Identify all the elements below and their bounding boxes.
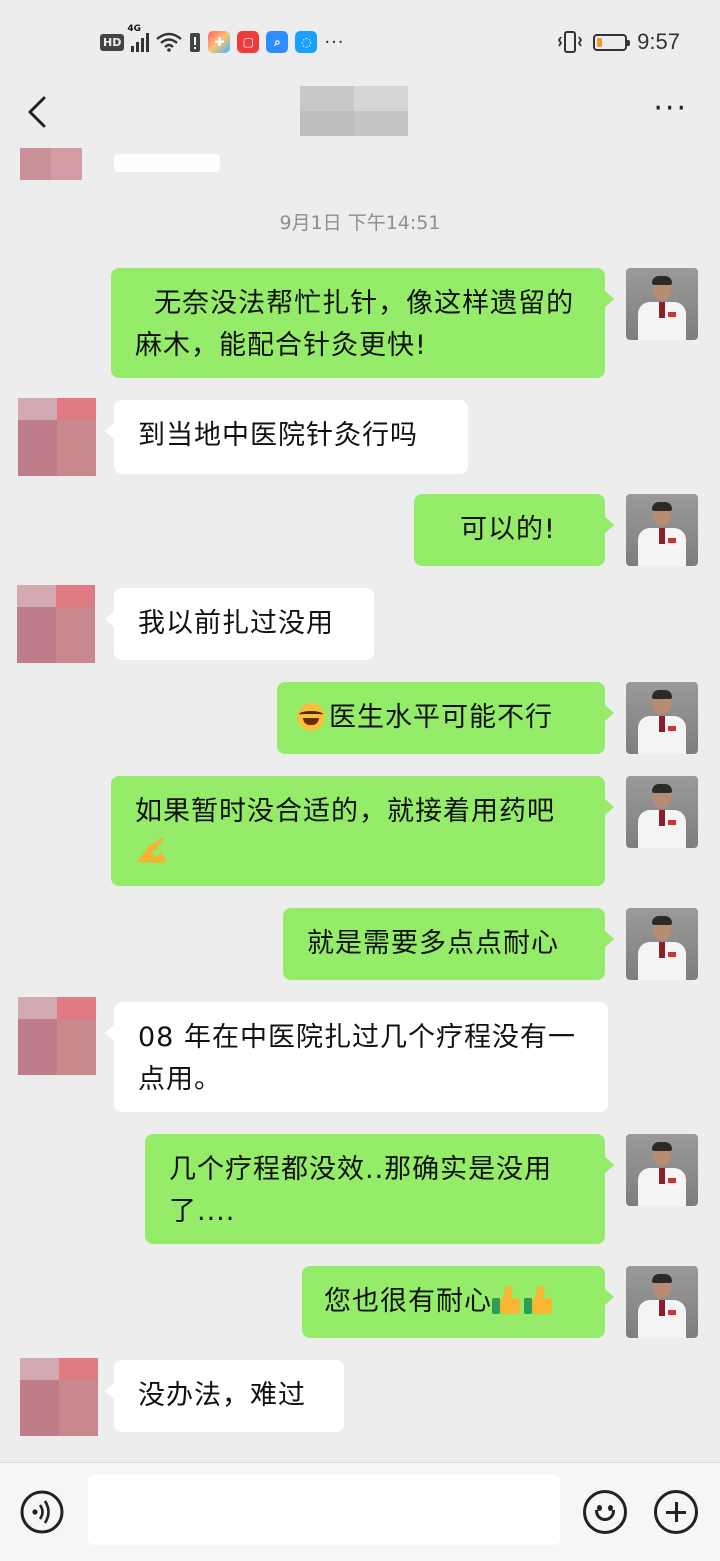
app-icon-bulb: ◌	[295, 31, 318, 53]
vibrate-icon	[558, 31, 583, 53]
chevron-left-icon[interactable]	[22, 92, 62, 132]
outgoing-message-bubble[interactable]: 可以的!	[414, 494, 614, 566]
ok-hand-emoji	[137, 837, 166, 863]
message-text: 医生水平可能不行	[329, 702, 553, 733]
doctor-avatar[interactable]	[626, 268, 698, 340]
network-type-label: 4G	[127, 24, 141, 34]
message-text: 几个疗程都没效..那确实是没用了....	[169, 1154, 553, 1227]
incoming-message-bubble[interactable]: 我以前扎过没用	[105, 588, 374, 660]
doctor-avatar[interactable]	[626, 1134, 698, 1206]
incoming-message-bubble[interactable]: 没办法，难过	[105, 1360, 344, 1432]
voice-icon[interactable]	[20, 1490, 64, 1534]
message-text: 无奈没法帮忙扎针，像这样遗留的麻木，能配合针灸更快!	[135, 288, 575, 361]
doctor-avatar[interactable]	[626, 776, 698, 848]
outgoing-message-bubble[interactable]: 如果暂时没合适的，就接着用药吧	[111, 776, 614, 886]
outgoing-message-bubble[interactable]: 就是需要多点点耐心	[283, 908, 614, 980]
message-text: 就是需要多点点耐心	[307, 928, 559, 959]
patient-avatar[interactable]	[17, 585, 95, 663]
more-dots-icon[interactable]: ···	[653, 94, 688, 124]
contact-avatar-partial[interactable]	[20, 148, 82, 180]
message-text: 08 年在中医院扎过几个疗程没有一点用。	[138, 1022, 576, 1095]
outgoing-message-bubble[interactable]: 医生水平可能不行	[277, 682, 614, 754]
patient-avatar[interactable]	[20, 1358, 98, 1436]
message-text: 您也很有耐心	[324, 1286, 492, 1317]
status-time: 9:57	[637, 29, 680, 54]
doctor-avatar[interactable]	[626, 1266, 698, 1338]
doctor-avatar[interactable]	[626, 682, 698, 754]
patient-avatar[interactable]	[18, 398, 96, 476]
chat-input-bar	[0, 1462, 720, 1561]
incoming-message-bubble[interactable]: 08 年在中医院扎过几个疗程没有一点用。	[105, 1002, 608, 1112]
hd-voice-icon: HD	[100, 33, 125, 51]
message-timestamp: 9月1日 下午14:51	[279, 212, 441, 234]
message-text: 如果暂时没合适的，就接着用药吧	[135, 796, 555, 827]
thumbs-up-emoji	[492, 1285, 524, 1316]
message-text: 我以前扎过没用	[138, 608, 334, 639]
battery-level	[597, 37, 603, 47]
plus-icon[interactable]	[654, 1490, 698, 1534]
app-icon-red: ▢	[237, 31, 260, 53]
message-input[interactable]	[88, 1475, 560, 1545]
outgoing-message-bubble[interactable]: 几个疗程都没效..那确实是没用了....	[145, 1134, 614, 1244]
more-notifications-icon: ···	[324, 31, 345, 53]
wifi-icon	[156, 32, 183, 52]
chat-header: ···	[0, 84, 720, 138]
laughing-crying-emoji	[297, 703, 325, 731]
patient-avatar[interactable]	[18, 997, 96, 1075]
message-text: 没办法，难过	[138, 1380, 306, 1411]
doctor-avatar[interactable]	[626, 908, 698, 980]
cellular-signal-icon: 4G	[127, 24, 150, 52]
status-left-icons: HD 4G ✚ ▢ ⌕ ◌ ···	[100, 24, 345, 58]
outgoing-message-bubble[interactable]: 您也很有耐心	[302, 1266, 614, 1338]
emoji-icon[interactable]	[583, 1490, 627, 1534]
status-bar: HD 4G ✚ ▢ ⌕ ◌ ··· 9:57	[0, 0, 720, 84]
message-text: 可以的!	[460, 514, 556, 545]
sim-alert-icon	[190, 33, 201, 52]
outgoing-message-bubble[interactable]: 无奈没法帮忙扎针，像这样遗留的麻木，能配合针灸更快!	[111, 268, 614, 378]
message-text: 到当地中医院针灸行吗	[138, 420, 418, 451]
status-right-icons: 9:57	[557, 26, 680, 58]
battery-icon	[593, 33, 631, 51]
contact-name-blurred	[300, 86, 408, 136]
doctor-avatar[interactable]	[626, 494, 698, 566]
app-icon-search: ⌕	[266, 31, 289, 53]
app-icon-colorful: ✚	[208, 31, 231, 53]
incoming-message-bubble[interactable]: 到当地中医院针灸行吗	[105, 400, 468, 474]
thumbs-up-emoji	[524, 1285, 556, 1316]
message-bubble-partial	[114, 154, 220, 172]
